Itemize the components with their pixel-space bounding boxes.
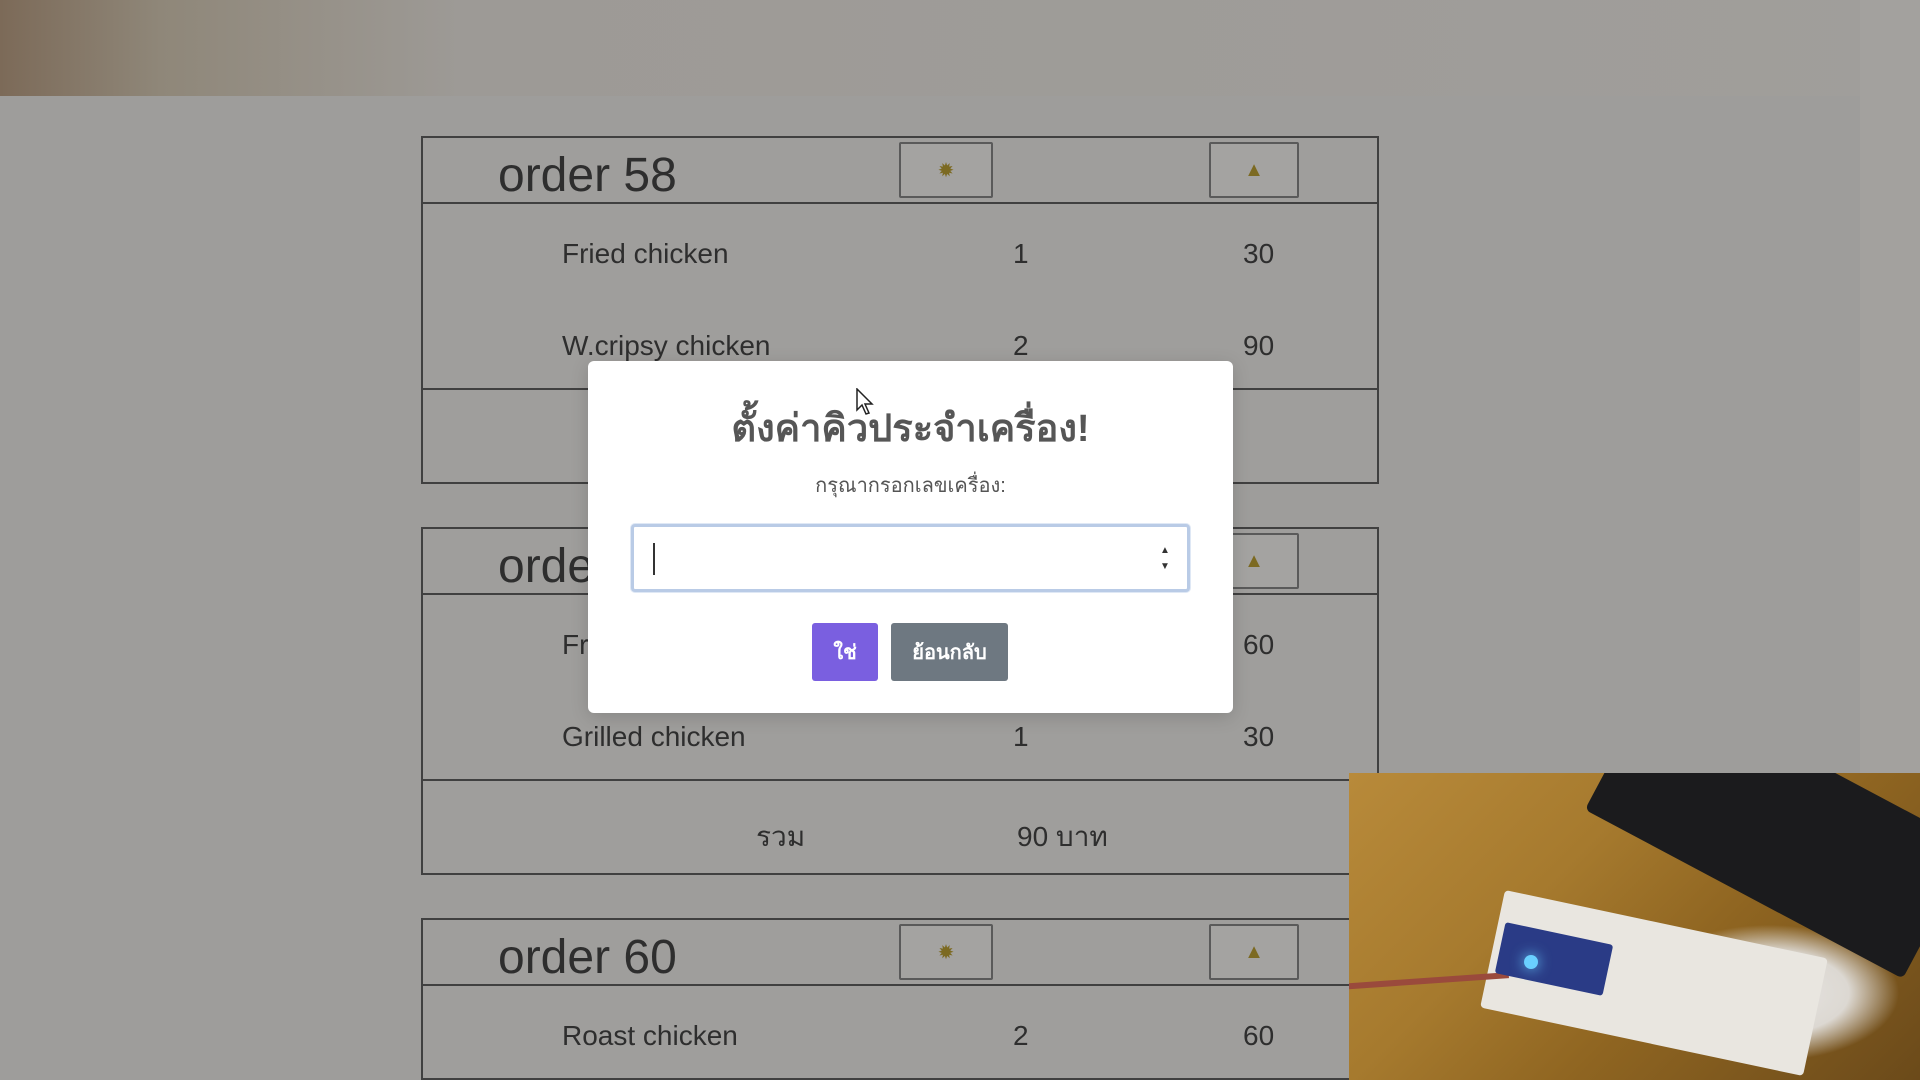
item-price: 60 xyxy=(1243,1020,1275,1051)
order-header: order 60 ✹ ▲ xyxy=(423,920,1377,986)
dialog-label: กรุณากรอกเลขเครื่อง: xyxy=(815,475,1006,497)
item-name: W.cripsy chicken xyxy=(562,330,771,361)
item-qty: 1 xyxy=(1013,721,1029,752)
background-top-strip xyxy=(0,0,1920,96)
back-button[interactable]: ย้อนกลับ xyxy=(891,623,1008,681)
bell-icon: ▲ xyxy=(1244,549,1264,572)
bell-icon: ▲ xyxy=(1244,940,1264,963)
chevron-up-icon[interactable]: ▲ xyxy=(1160,545,1170,557)
number-spinner[interactable]: ▲ ▼ xyxy=(1159,545,1171,573)
order-total-row: รวม 90 บาท xyxy=(423,781,1377,873)
webcam-overlay xyxy=(1349,773,1920,1080)
bell-icon: ▲ xyxy=(1244,158,1264,181)
queue-setup-dialog: ตั้งค่าคิวประจำเครื่อง! กรุณากรอกเลขเครื… xyxy=(588,361,1233,713)
list-item: Fried chicken 1 30 xyxy=(423,204,1377,296)
machine-number-field[interactable]: ▲ ▼ xyxy=(631,524,1190,592)
order-card: order 60 ✹ ▲ Roast chicken 2 60 xyxy=(421,918,1379,1080)
item-price: 60 xyxy=(1243,629,1275,660)
dialog-title: ตั้งค่าคิวประจำเครื่อง! xyxy=(731,408,1090,450)
breadboard-image xyxy=(1480,890,1828,1076)
item-name: Grilled chicken xyxy=(562,721,746,752)
item-price: 30 xyxy=(1243,721,1275,752)
text-caret xyxy=(653,543,655,575)
gear-icon: ✹ xyxy=(937,159,955,182)
mouse-cursor-icon xyxy=(856,388,874,415)
item-name: Roast chicken xyxy=(562,1020,738,1051)
item-qty: 2 xyxy=(1013,1020,1029,1051)
order-items: Roast chicken 2 60 xyxy=(423,986,1377,1080)
total-label: รวม xyxy=(756,821,806,852)
item-price: 90 xyxy=(1243,330,1275,361)
notify-button[interactable]: ▲ xyxy=(1209,924,1299,980)
item-qty: 1 xyxy=(1013,238,1029,269)
total-value: 90 บาท xyxy=(1017,821,1108,852)
chevron-down-icon[interactable]: ▼ xyxy=(1160,561,1170,573)
list-item: Roast chicken 2 60 xyxy=(423,986,1377,1078)
settings-button[interactable]: ✹ xyxy=(899,924,993,980)
led-light xyxy=(1524,955,1538,969)
confirm-button[interactable]: ใช่ xyxy=(812,623,878,681)
notify-button[interactable]: ▲ xyxy=(1209,142,1299,198)
gear-icon: ✹ xyxy=(937,941,955,964)
item-price: 30 xyxy=(1243,238,1275,269)
settings-button[interactable]: ✹ xyxy=(899,142,993,198)
order-header: order 58 ✹ ▲ xyxy=(423,138,1377,204)
item-qty: 2 xyxy=(1013,330,1029,361)
order-title: order 58 xyxy=(498,149,677,202)
order-title: order 60 xyxy=(498,931,677,984)
machine-number-input[interactable] xyxy=(650,537,1130,579)
item-name: Fried chicken xyxy=(562,238,729,269)
